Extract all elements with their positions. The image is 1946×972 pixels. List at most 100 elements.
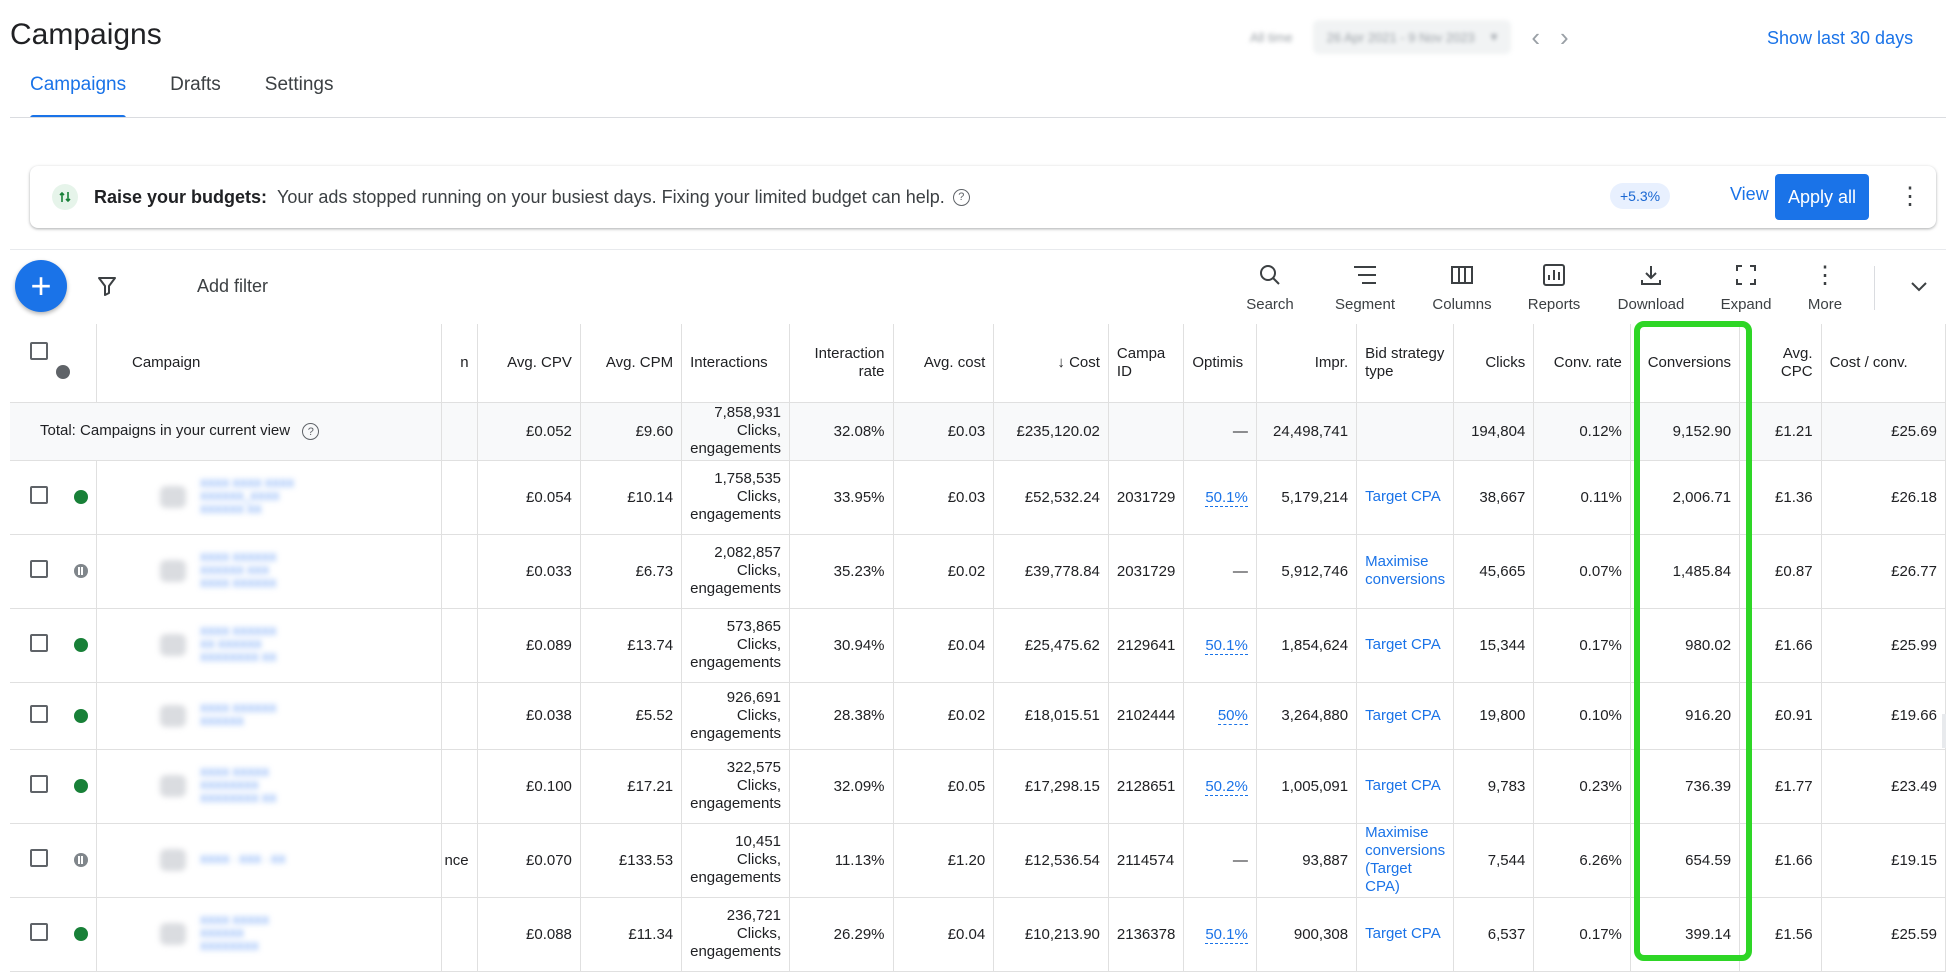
select-all-checkbox[interactable] [30, 341, 48, 360]
columns-icon [1417, 262, 1507, 288]
header-cost-per-conv[interactable]: Cost / conv. [1821, 324, 1946, 403]
row-checkbox[interactable] [30, 634, 48, 652]
download-tool[interactable]: Download [1606, 262, 1696, 313]
campaign-name-redacted[interactable]: XXXX XXXXXX XXXXXX [105, 703, 433, 729]
bid-strategy-cell[interactable]: Maximise conversions [1356, 534, 1455, 609]
optimisation-cell[interactable]: 50.1% [1183, 460, 1257, 535]
add-filter-button[interactable]: Add filter [197, 276, 268, 297]
enabled-status-icon[interactable] [74, 927, 88, 941]
header-conversions[interactable]: Conversions [1630, 324, 1741, 403]
view-button[interactable]: View [1730, 184, 1769, 205]
row-checkbox[interactable] [30, 923, 48, 941]
previous-period-icon[interactable]: ‹ [1531, 22, 1540, 53]
scroll-indicator[interactable] [1942, 714, 1946, 748]
table-row[interactable]: XXXX XXXXXX XXXXXX XXX XXXX XXXXXX £0.033 £6… [10, 534, 1946, 609]
header-conv-rate[interactable]: Conv. rate [1533, 324, 1631, 403]
header-impr[interactable]: Impr. [1256, 324, 1358, 403]
more-tool[interactable]: ⋮ More [1780, 262, 1870, 314]
optimisation-cell[interactable]: 50.1% [1183, 897, 1257, 972]
campaign-name-cell[interactable]: XXXX XXXXXX XX XXXXXX XXXXXXXX XX [96, 608, 443, 683]
apply-all-button[interactable]: Apply all [1775, 174, 1869, 220]
avg-cost: £1.20 [947, 851, 986, 869]
row-checkbox[interactable] [30, 560, 48, 578]
campaign-name-redacted[interactable]: XXXX XXXXXX XXXXXX XXX XXXX XXXXXX [105, 552, 433, 591]
table-row[interactable]: XXXX XXXXXX XXXXXX £0.038 £5.52 926,691 Clic… [10, 682, 1946, 750]
bid-strategy-cell[interactable]: Target CPA [1356, 897, 1455, 972]
more-options-icon[interactable]: ⋮ [1898, 182, 1922, 211]
help-icon[interactable]: ? [952, 188, 970, 206]
campaign-name-cell[interactable]: XXXX · XXX · XX [96, 823, 443, 898]
bid-strategy-cell[interactable]: Target CPA [1356, 460, 1455, 535]
header-bid-strategy[interactable]: Bid strategy type [1356, 324, 1455, 403]
bid-strategy-cell[interactable]: Target CPA [1356, 608, 1455, 683]
reports-tool[interactable]: Reports [1509, 262, 1599, 313]
campaign-type-icon [160, 486, 186, 508]
redacted-lines: XXXX XXXXXX XX XXXXXX XXXXXXXX XX [200, 625, 277, 664]
enabled-status-icon[interactable] [74, 779, 88, 793]
bid-strategy-cell[interactable]: Target CPA [1356, 749, 1455, 824]
paused-status-icon[interactable] [74, 853, 88, 867]
header-clicks[interactable]: Clicks [1453, 324, 1535, 403]
avg-cpv-cell: £0.100 [477, 749, 581, 824]
optimisation-cell[interactable]: 50.1% [1183, 608, 1257, 683]
header-avg-cpc[interactable]: Avg. CPC [1739, 324, 1822, 403]
campaign-name-redacted[interactable]: XXXX · XXX · XX [105, 849, 433, 871]
paused-status-icon[interactable] [74, 564, 88, 578]
campaign-name-cell[interactable]: XXXX XXXXX XXXXXXXX XXXXXXXX XX [96, 749, 443, 824]
tab-campaigns[interactable]: Campaigns [30, 64, 127, 118]
segment-tool[interactable]: Segment [1320, 262, 1410, 313]
header-avg-cpm[interactable]: Avg. CPM [580, 324, 683, 403]
campaign-name-redacted[interactable]: XXXX XXXXX XXXXXX XXXXXXXX [105, 915, 433, 954]
row-checkbox[interactable] [30, 486, 48, 504]
row-checkbox[interactable] [30, 775, 48, 793]
campaign-name-cell[interactable]: XXXX XXXXX XXXXXX XXXXXXXX [96, 897, 443, 972]
header-avg-cost[interactable]: Avg. cost [893, 324, 995, 403]
table-row[interactable]: XXXX XXXX XXXX XXXXXX_XXXX XXXXXX XX £0.054… [10, 460, 1946, 535]
header-campaign-id[interactable]: Campa ID [1108, 324, 1185, 403]
campaign-name-redacted[interactable]: XXXX XXXXXX XX XXXXXX XXXXXXXX XX [105, 626, 433, 665]
tab-drafts[interactable]: Drafts [170, 64, 221, 106]
columns-tool[interactable]: Columns [1417, 262, 1507, 313]
header-campaign[interactable]: Campaign [96, 324, 443, 403]
campaign-name-redacted[interactable]: XXXX XXXX XXXX XXXXXX_XXXX XXXXXX XX [105, 478, 433, 517]
campaign-name-cell[interactable]: XXXX XXXXXX XXXXXX [96, 682, 443, 750]
next-period-icon[interactable]: › [1560, 22, 1569, 53]
conv-rate: 0.11% [1580, 488, 1622, 506]
enabled-status-icon[interactable] [74, 708, 88, 723]
campaign-name-cell[interactable]: XXXX XXXX XXXX XXXXXX_XXXX XXXXXX XX [96, 460, 443, 535]
add-campaign-button[interactable]: + [15, 260, 67, 312]
search-tool[interactable]: Search [1225, 262, 1315, 313]
header-optimisation[interactable]: Optimis [1183, 324, 1257, 403]
chevron-down-icon[interactable] [1908, 275, 1930, 302]
hidden-column-cell [441, 534, 478, 609]
row-checkbox[interactable] [30, 849, 48, 867]
date-range-picker[interactable]: 26 Apr 2021 - 9 Nov 2023 ▾ [1312, 20, 1512, 54]
header-interactions[interactable]: Interactions [681, 324, 791, 403]
header-cost[interactable]: ↓ Cost [993, 324, 1109, 403]
expand-tool[interactable]: Expand [1701, 262, 1791, 313]
filter-icon[interactable] [96, 275, 118, 302]
enabled-status-icon[interactable] [74, 490, 88, 504]
optimisation-cell[interactable]: 50% [1183, 682, 1257, 750]
enabled-status-icon[interactable] [74, 638, 88, 652]
campaign-name-redacted[interactable]: XXXX XXXXX XXXXXXXX XXXXXXXX XX [105, 767, 433, 806]
campaign-name-cell[interactable]: XXXX XXXXXX XXXXXX XXX XXXX XXXXXX [96, 534, 443, 609]
bid-strategy-cell[interactable]: Maximise conversions (Target CPA) [1356, 823, 1455, 898]
table-row[interactable]: XXXX XXXXX XXXXXXXX XXXXXXXX XX £0.100 £17.2… [10, 749, 1946, 824]
tab-settings[interactable]: Settings [265, 64, 334, 106]
row-checkbox[interactable] [30, 704, 48, 723]
table-row[interactable]: XXXX XXXXXX XX XXXXXX XXXXXXXX XX £0.089 £13… [10, 608, 1946, 683]
date-range-label[interactable]: All time [1250, 30, 1293, 45]
banner-description: Your ads stopped running on your busiest… [277, 186, 945, 207]
help-icon[interactable]: ? [302, 423, 320, 441]
total-avg-cpc: £1.21 [1739, 402, 1822, 461]
bid-strategy-cell[interactable]: Target CPA [1356, 682, 1455, 750]
table-row[interactable]: XXXX · XXX · XX nce £0.070 £133.53 10,451 Cl… [10, 823, 1946, 898]
interactions-cell: 236,721 Clicks, engagements [681, 897, 791, 972]
header-avg-cpv[interactable]: Avg. CPV [477, 324, 581, 403]
interaction-rate-cell: 11.13% [789, 823, 894, 898]
optimisation-cell[interactable]: 50.2% [1183, 749, 1257, 824]
show-last-30-days-link[interactable]: Show last 30 days [1767, 28, 1913, 49]
header-interaction-rate[interactable]: Interaction rate [789, 324, 894, 403]
table-row[interactable]: XXXX XXXXX XXXXXX XXXXXXXX £0.088 £11.34 236,… [10, 897, 1946, 972]
